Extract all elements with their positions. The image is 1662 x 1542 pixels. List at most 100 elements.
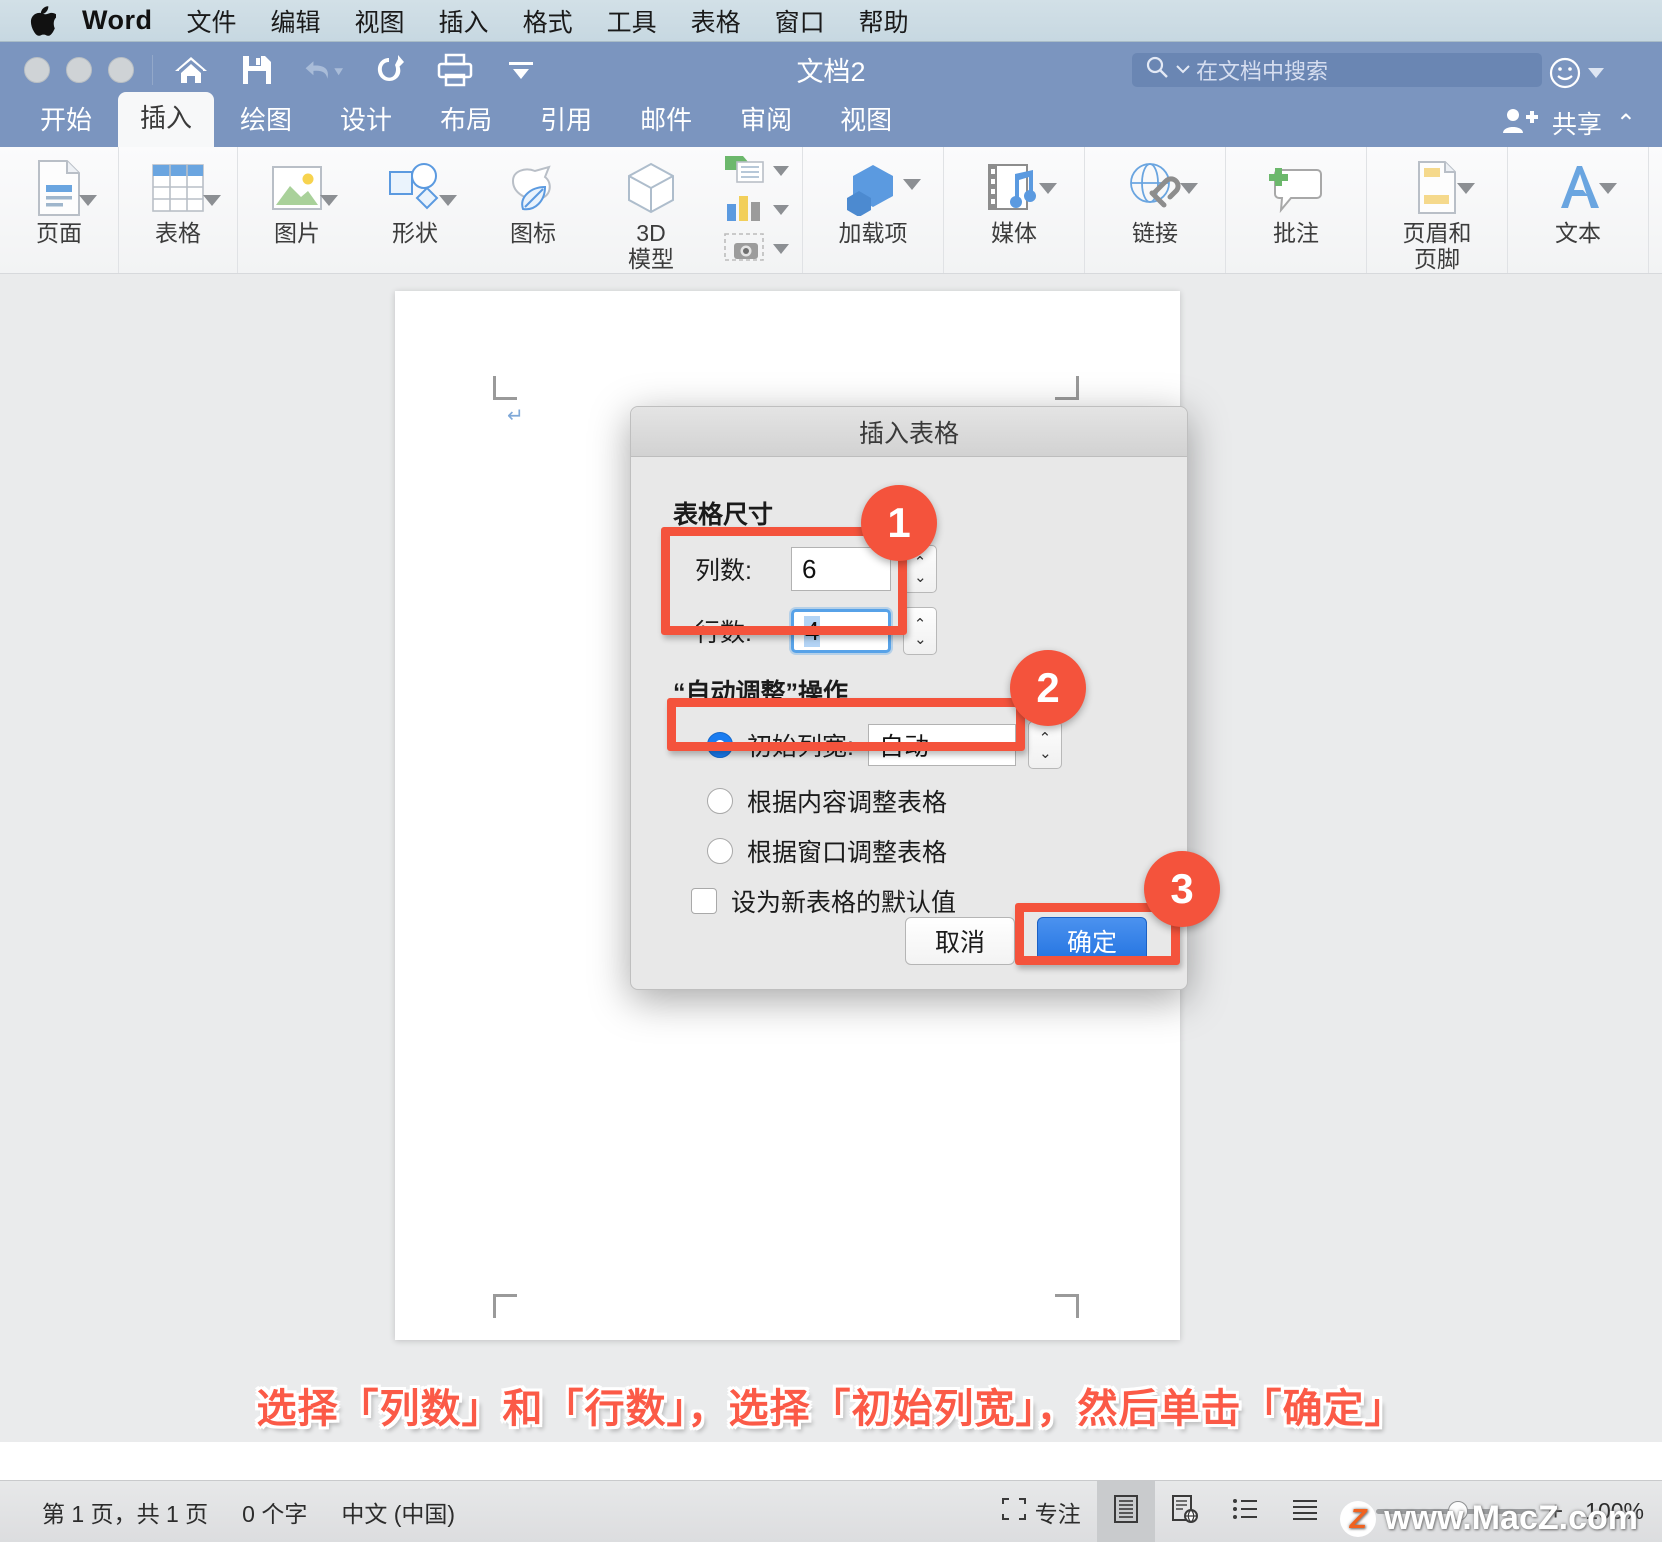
status-bar: 第 1 页，共 1 页 0 个字 中文 (中国) 专注 <box>0 1480 1662 1542</box>
menu-item-file[interactable]: 文件 <box>187 3 237 39</box>
redo-icon[interactable] <box>369 50 409 90</box>
chevron-up-icon[interactable]: ⌃ <box>1039 734 1052 743</box>
ribbon-button-smartart[interactable] <box>710 152 802 190</box>
word-count[interactable]: 0 个字 <box>242 1495 307 1529</box>
radio-fit-window-row[interactable]: 根据窗口调整表格 <box>707 833 1145 869</box>
cancel-button[interactable]: 取消 <box>905 917 1015 965</box>
tab-home[interactable]: 开始 <box>18 94 114 147</box>
search-dropdown-icon[interactable] <box>1176 61 1190 79</box>
radio-fit-window[interactable] <box>707 838 733 864</box>
tab-layout[interactable]: 布局 <box>418 94 514 147</box>
menu-item-view[interactable]: 视图 <box>355 3 405 39</box>
radio-fit-content[interactable] <box>707 788 733 814</box>
chevron-up-icon[interactable]: ⌃ <box>914 620 927 629</box>
icons-icon <box>505 157 561 219</box>
more-commands-icon[interactable] <box>501 50 541 90</box>
chevron-down-icon[interactable] <box>903 179 921 190</box>
undo-icon[interactable] <box>303 50 343 90</box>
picture-icon <box>270 157 324 219</box>
ribbon-button-icons[interactable]: 图标 <box>474 147 592 273</box>
initial-width-stepper[interactable]: ⌃ ⌃ <box>1028 721 1062 769</box>
chevron-down-icon[interactable] <box>773 205 789 215</box>
menu-item-format[interactable]: 格式 <box>523 3 573 39</box>
set-as-default-checkbox[interactable] <box>691 888 717 914</box>
ribbon-button-shapes[interactable]: 形状 <box>356 147 474 273</box>
chevron-down-icon[interactable] <box>1457 183 1475 194</box>
view-web-layout-button[interactable] <box>1155 1481 1215 1542</box>
chevron-down-icon[interactable] <box>1588 68 1604 78</box>
menu-item-tools[interactable]: 工具 <box>607 3 657 39</box>
chevron-down-icon[interactable]: ⌃ <box>914 571 927 580</box>
ribbon-button-pages[interactable]: 页面 <box>0 147 118 273</box>
apple-logo-icon[interactable] <box>30 6 56 36</box>
chevron-down-icon[interactable] <box>439 195 457 206</box>
menu-item-insert[interactable]: 插入 <box>439 3 489 39</box>
view-outline-button[interactable] <box>1215 1481 1275 1542</box>
tab-design[interactable]: 设计 <box>318 94 414 147</box>
menu-item-table[interactable]: 表格 <box>691 3 741 39</box>
close-button[interactable] <box>24 57 50 83</box>
menu-item-edit[interactable]: 编辑 <box>271 3 321 39</box>
ribbon-button-headerfooter[interactable]: 页眉和 页脚 <box>1367 147 1507 273</box>
page-info[interactable]: 第 1 页，共 1 页 <box>42 1495 208 1529</box>
share-button[interactable]: 共享 <box>1552 105 1602 141</box>
chevron-up-icon[interactable]: ⌃ <box>1616 109 1636 138</box>
tab-draw[interactable]: 绘图 <box>218 94 314 147</box>
focus-mode-button[interactable]: 专注 <box>985 1481 1097 1542</box>
ribbon-button-text[interactable]: 文本 <box>1508 147 1648 273</box>
radio-fit-window-label: 根据窗口调整表格 <box>747 833 947 869</box>
home-icon[interactable] <box>171 50 211 90</box>
view-draft-button[interactable] <box>1275 1481 1335 1542</box>
window-controls[interactable] <box>24 57 134 83</box>
search-input[interactable]: 在文档中搜索 <box>1132 53 1542 87</box>
ribbon-button-addins[interactable]: 加载项 <box>803 147 943 273</box>
zoom-control[interactable]: − + 100% <box>1335 1496 1644 1527</box>
ribbon-button-link[interactable]: 链接 <box>1085 147 1225 273</box>
chevron-down-icon[interactable] <box>773 166 789 176</box>
zoom-in-button[interactable]: + <box>1548 1496 1563 1527</box>
tab-review[interactable]: 审阅 <box>718 94 814 147</box>
ribbon-label-shapes: 形状 <box>392 221 438 247</box>
zoom-slider[interactable] <box>1376 1509 1536 1514</box>
view-print-layout-button[interactable] <box>1097 1481 1155 1542</box>
zoom-out-button[interactable]: − <box>1349 1496 1364 1527</box>
chevron-down-icon[interactable] <box>1599 183 1617 194</box>
menu-app-name[interactable]: Word <box>82 5 153 36</box>
radio-fit-content-row[interactable]: 根据内容调整表格 <box>707 783 1145 819</box>
ribbon-button-comment[interactable]: 批注 <box>1226 147 1366 273</box>
maximize-button[interactable] <box>108 57 134 83</box>
chevron-down-icon[interactable]: ⌃ <box>1039 747 1052 756</box>
feedback-smiley[interactable] <box>1548 56 1604 90</box>
menu-item-window[interactable]: 窗口 <box>775 3 825 39</box>
save-icon[interactable] <box>237 50 277 90</box>
ribbon-button-picture[interactable]: 图片 <box>238 147 356 273</box>
chevron-down-icon[interactable] <box>79 195 97 206</box>
ribbon-tab-strip: 开始 插入 绘图 设计 布局 引用 邮件 审阅 视图 共享 ⌃ <box>0 97 1662 147</box>
chevron-down-icon[interactable] <box>320 195 338 206</box>
chevron-down-icon[interactable] <box>773 244 789 254</box>
chevron-down-icon[interactable] <box>1039 183 1057 194</box>
rows-stepper[interactable]: ⌃ ⌃ <box>903 607 937 655</box>
print-icon[interactable] <box>435 50 475 90</box>
ribbon-button-table[interactable]: 表格 <box>119 147 237 273</box>
language-indicator[interactable]: 中文 (中国) <box>341 1495 455 1529</box>
ribbon-button-chart[interactable] <box>710 191 802 229</box>
zoom-slider-knob[interactable] <box>1448 1501 1468 1521</box>
chevron-down-icon[interactable] <box>1180 183 1198 194</box>
chevron-down-icon[interactable]: ⌃ <box>914 633 927 642</box>
chevron-up-icon[interactable]: ⌃ <box>914 558 927 567</box>
quick-access-toolbar <box>171 50 541 90</box>
tab-references[interactable]: 引用 <box>518 94 614 147</box>
ribbon-button-symbol[interactable]: Ω 符号 <box>1649 147 1662 273</box>
tab-mailings[interactable]: 邮件 <box>618 94 714 147</box>
tab-insert[interactable]: 插入 <box>118 92 214 147</box>
ribbon-button-3dmodel[interactable]: 3D 模型 <box>592 147 710 273</box>
chevron-down-icon[interactable] <box>203 195 221 206</box>
ribbon-button-screenshot[interactable] <box>710 230 802 268</box>
tab-view[interactable]: 视图 <box>818 94 914 147</box>
ribbon-button-media[interactable]: 媒体 <box>944 147 1084 273</box>
add-person-icon <box>1502 107 1538 140</box>
ribbon-group-text: 文本 <box>1508 147 1649 273</box>
menu-item-help[interactable]: 帮助 <box>859 3 909 39</box>
minimize-button[interactable] <box>66 57 92 83</box>
